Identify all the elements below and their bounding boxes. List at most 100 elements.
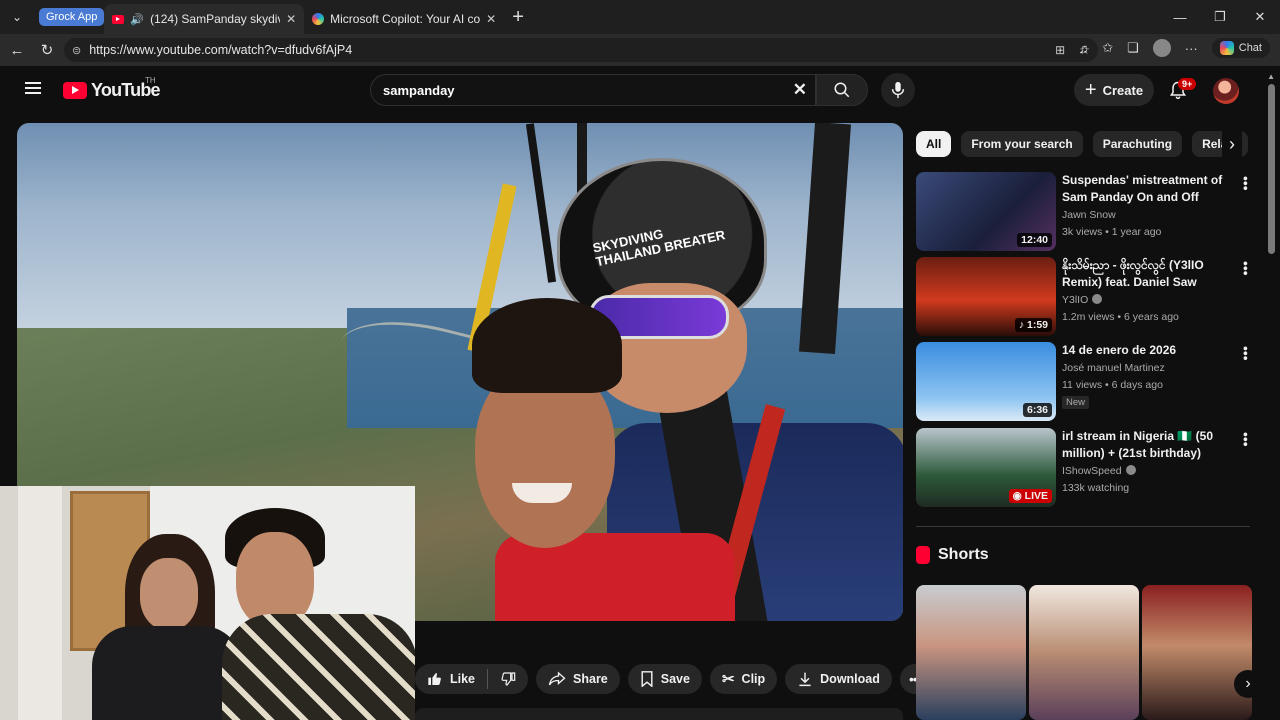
- profile-avatar[interactable]: [1152, 39, 1171, 57]
- chip-parachuting[interactable]: Parachuting: [1092, 131, 1183, 157]
- duration-badge: ♪ 1:59: [1014, 318, 1052, 332]
- clip-button[interactable]: ✂ Clip: [709, 664, 778, 694]
- recommendation-item[interactable]: ◉ LIVE irl stream in Nigeria 🇳🇬 (50 mill…: [916, 428, 1256, 508]
- thumbs-up-icon: [428, 673, 441, 685]
- search-input[interactable]: sampanday ✕: [370, 74, 816, 106]
- save-button[interactable]: Save: [627, 664, 702, 694]
- copilot-chat-button[interactable]: Chat: [1211, 38, 1270, 58]
- create-button[interactable]: + Create: [1074, 74, 1154, 106]
- youtube-play-icon: [63, 82, 87, 99]
- verified-icon: [1092, 294, 1103, 304]
- channel-name[interactable]: José manuel Martinez: [1062, 362, 1165, 374]
- live-badge: ◉ LIVE: [1008, 489, 1052, 503]
- url-text: https://www.youtube.com/watch?v=dfudv6fA…: [89, 43, 353, 57]
- verified-icon: [1125, 465, 1136, 475]
- video-title[interactable]: irl stream in Nigeria 🇳🇬 (50 million) + …: [1062, 428, 1232, 462]
- clear-search-icon[interactable]: ✕: [793, 80, 807, 100]
- shorts-next-arrow-icon[interactable]: ›: [1234, 670, 1262, 698]
- video-title[interactable]: နိုးသိမ်းညာ - ဖိုးလွင်လွင် (Y3lIO Remix)…: [1062, 257, 1232, 291]
- curtain: [18, 486, 62, 720]
- channel-name[interactable]: IShowSpeed: [1062, 465, 1122, 477]
- close-window-icon[interactable]: ✕: [1240, 0, 1280, 34]
- recommendation-item[interactable]: 12:40 Suspendas' mistreatment of Sam Pan…: [916, 172, 1256, 252]
- maximize-icon[interactable]: ❐: [1200, 0, 1240, 34]
- more-options-icon[interactable]: •••: [1238, 261, 1254, 276]
- close-tab-icon[interactable]: ✕: [286, 12, 296, 26]
- reload-icon[interactable]: ↻: [32, 41, 62, 59]
- page-scrollbar[interactable]: ▲: [1262, 66, 1280, 720]
- scrollbar-thumb[interactable]: [1268, 84, 1275, 254]
- video-thumbnail[interactable]: ♪ 1:59: [916, 257, 1056, 336]
- short-thumbnail[interactable]: [1142, 585, 1252, 720]
- user-avatar[interactable]: [1213, 78, 1239, 104]
- close-tab-icon[interactable]: ✕: [486, 12, 496, 26]
- download-icon: [799, 672, 811, 687]
- video-title[interactable]: 14 de enero de 2026: [1062, 342, 1232, 359]
- notification-count-badge: 9+: [1178, 78, 1197, 90]
- channel-name[interactable]: Y3lIO: [1062, 294, 1088, 306]
- search-button[interactable]: [816, 74, 868, 106]
- chip-from-your-search[interactable]: From your search: [961, 131, 1083, 157]
- site-info-icon[interactable]: ⊜: [72, 44, 81, 57]
- video-thumbnail[interactable]: 12:40: [916, 172, 1056, 251]
- copilot-icon: [312, 13, 325, 25]
- tab-group-label[interactable]: Grock App: [39, 8, 105, 26]
- chip-all[interactable]: All: [916, 131, 952, 157]
- youtube-logo[interactable]: YouTube TH: [63, 76, 161, 101]
- video-thumbnail[interactable]: 6:36: [916, 342, 1056, 421]
- short-thumbnail[interactable]: [916, 585, 1026, 720]
- menu-icon[interactable]: [25, 82, 41, 94]
- tab-copilot[interactable]: Microsoft Copilot: Your AI compan ✕: [304, 4, 504, 34]
- video-title[interactable]: Suspendas' mistreatment of Sam Panday On…: [1062, 172, 1232, 206]
- recommendation-item[interactable]: ♪ 1:59 နိုးသိမ်းညာ - ဖိုးလွင်လွင် (Y3lIO…: [916, 257, 1256, 337]
- tab-actions-menu[interactable]: ⌄: [5, 5, 29, 29]
- more-options-icon[interactable]: ···: [1185, 41, 1198, 56]
- like-button[interactable]: Like: [415, 671, 487, 687]
- more-options-icon[interactable]: •••: [1238, 346, 1254, 361]
- favorites-icon[interactable]: ✩: [1102, 40, 1113, 56]
- patterned-shirt: [222, 614, 415, 720]
- duration-text: 1:59: [1026, 319, 1048, 331]
- search-icon: [834, 82, 850, 98]
- save-label: Save: [660, 672, 690, 686]
- voice-search-button[interactable]: [881, 73, 915, 107]
- download-button[interactable]: Download: [785, 664, 892, 694]
- section-divider: [916, 526, 1250, 527]
- duration-badge: 6:36: [1022, 403, 1052, 417]
- more-options-icon[interactable]: •••: [1238, 176, 1254, 191]
- short-thumbnail[interactable]: [1029, 585, 1139, 720]
- download-label: Download: [820, 672, 880, 686]
- address-bar[interactable]: ⊜ https://www.youtube.com/watch?v=dfudv6…: [64, 38, 1098, 62]
- video-meta: 3k views • 1 year ago: [1062, 226, 1162, 238]
- bookmark-icon: [641, 671, 653, 687]
- create-label: Create: [1102, 82, 1144, 98]
- tab-youtube[interactable]: 🔊 (124) SamPanday skydiving fr ✕: [104, 4, 305, 34]
- speaker-icon[interactable]: 🔊: [130, 13, 144, 26]
- live-text: LIVE: [1024, 490, 1048, 502]
- more-options-icon[interactable]: •••: [1238, 432, 1254, 447]
- youtube-icon: [112, 14, 125, 24]
- share-label: Share: [573, 672, 608, 686]
- video-thumbnail[interactable]: ◉ LIVE: [916, 428, 1056, 507]
- clip-label: Clip: [741, 672, 766, 686]
- chevron-right-icon[interactable]: ›: [1222, 131, 1242, 157]
- copilot-logo-icon: [1219, 41, 1234, 55]
- channel-name[interactable]: Jawn Snow: [1062, 209, 1116, 221]
- video-meta: 1.2m views • 6 years ago: [1062, 311, 1179, 323]
- apps-icon[interactable]: ⊞: [1055, 43, 1065, 57]
- new-tab-button[interactable]: +: [512, 6, 524, 29]
- shorts-small-icon: ♪: [1018, 319, 1027, 331]
- minimize-icon[interactable]: —: [1160, 0, 1200, 34]
- recommendation-item[interactable]: 6:36 14 de enero de 2026 José manuel Mar…: [916, 342, 1256, 422]
- like-dislike-group: Like: [415, 664, 529, 694]
- back-icon[interactable]: ←: [2, 42, 32, 59]
- collections-icon[interactable]: ❏: [1127, 40, 1139, 56]
- search-value: sampanday: [383, 82, 455, 98]
- read-aloud-icon[interactable]: ♫: [1078, 41, 1088, 56]
- description-panel-edge: [415, 708, 903, 720]
- shorts-heading: Shorts: [938, 546, 989, 563]
- share-button[interactable]: Share: [536, 664, 620, 694]
- share-icon: [548, 671, 566, 686]
- dislike-button[interactable]: [488, 671, 528, 687]
- scroll-up-arrow-icon[interactable]: ▲: [1267, 72, 1275, 81]
